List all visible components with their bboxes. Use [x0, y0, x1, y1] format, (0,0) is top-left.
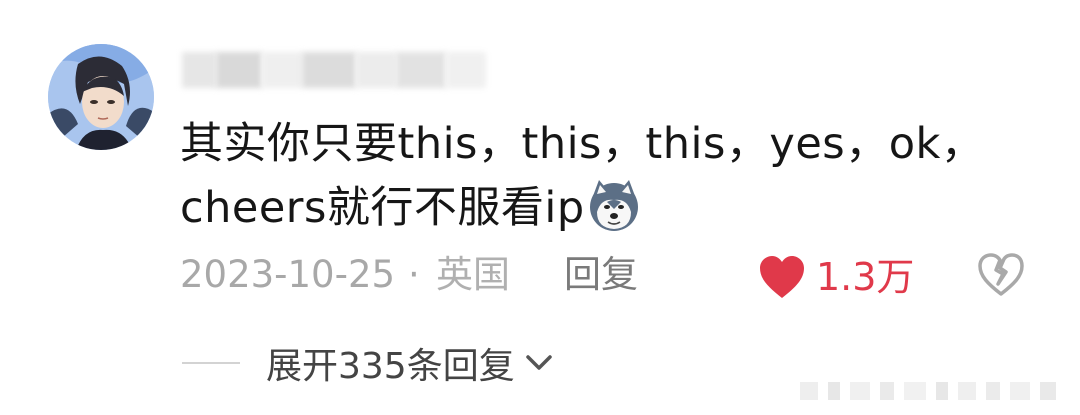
chevron-down-icon: [525, 355, 552, 370]
comment-text-line-2-label: cheers就行不服看ip: [180, 183, 585, 233]
husky-dog-emoji-icon: [589, 180, 638, 231]
ip-location: 英国: [436, 253, 510, 296]
avatar[interactable]: [48, 44, 154, 150]
username-redacted: [182, 52, 562, 96]
comment-card: 其实你只要this，this，this，yes，ok， cheers就行不服看i…: [0, 0, 1080, 415]
reply-button[interactable]: 回复: [564, 250, 638, 300]
watermark-noise: [800, 382, 1056, 400]
comment-text: 其实你只要this，this，this，yes，ok， cheers就行不服看i…: [180, 112, 985, 240]
comment-date: 2023-10-25: [180, 253, 396, 296]
divider-line: [182, 362, 240, 364]
expand-replies-label: 展开335条回复: [266, 346, 515, 387]
like-count: 1.3万: [816, 255, 915, 299]
avatar-image: [48, 44, 154, 150]
expand-replies-button[interactable]: 展开335条回复: [182, 338, 553, 388]
like-button[interactable]: 1.3万: [758, 252, 914, 302]
broken-heart-icon[interactable]: [976, 250, 1026, 300]
heart-filled-icon: [760, 256, 804, 298]
comment-meta: 2023-10-25 · 英国 回复 1.3万: [180, 250, 1060, 300]
comment-text-line-2: cheers就行不服看ip: [180, 176, 980, 240]
meta-separator: ·: [408, 253, 420, 296]
comment-text-line-1: 其实你只要this，this，this，yes，ok，: [180, 119, 985, 169]
